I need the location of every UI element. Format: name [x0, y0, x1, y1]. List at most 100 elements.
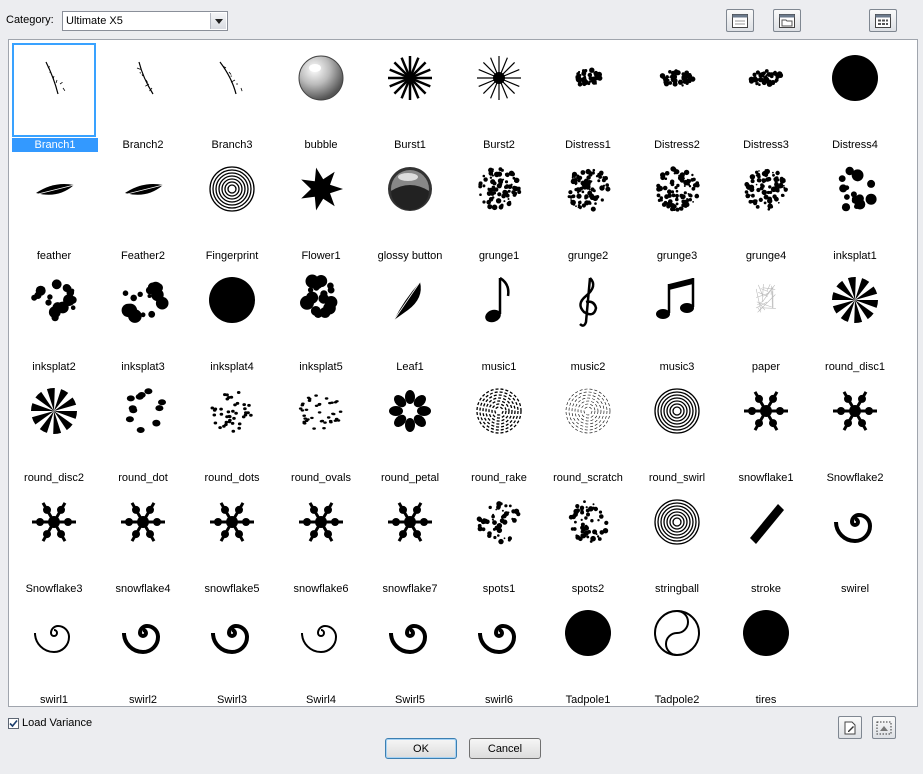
grunge-icon	[736, 159, 796, 219]
brush-item[interactable]: round_disc2	[10, 375, 98, 485]
selection-marquee-icon	[876, 721, 892, 734]
brush-item[interactable]: swirl2	[99, 597, 187, 706]
brush-item[interactable]: Branch3	[188, 42, 276, 152]
brush-item[interactable]: round_rake	[455, 375, 543, 485]
cancel-button[interactable]: Cancel	[469, 738, 541, 759]
brush-item[interactable]: Branch1	[10, 42, 98, 152]
brush-item[interactable]: grunge3	[633, 153, 721, 263]
edit-button[interactable]	[838, 716, 862, 739]
brush-item[interactable]: round_petal	[366, 375, 454, 485]
brush-item[interactable]: inksplat3	[99, 264, 187, 374]
brush-item-label: Tadpole2	[654, 694, 700, 706]
branch-icon	[202, 48, 262, 108]
brush-item-label: music2	[570, 361, 606, 373]
brush-item[interactable]: snowflake4	[99, 486, 187, 596]
brush-item[interactable]: inksplat1	[811, 153, 899, 263]
brush-item[interactable]: music2	[544, 264, 632, 374]
brush-item[interactable]: Distress2	[633, 42, 721, 152]
brush-item[interactable]: Feather2	[99, 153, 187, 263]
library-settings-button[interactable]	[869, 9, 897, 32]
brush-item[interactable]: grunge4	[722, 153, 810, 263]
brush-item-label: swirl1	[39, 694, 69, 706]
brush-item[interactable]: Snowflake2	[811, 375, 899, 485]
brush-item[interactable]: Tadpole1	[544, 597, 632, 706]
brush-item[interactable]: Leaf1	[366, 264, 454, 374]
brush-item-label: Distress3	[743, 139, 789, 151]
brush-item[interactable]: round_disc1	[811, 264, 899, 374]
brush-item[interactable]: Flower1	[277, 153, 365, 263]
brush-item-label: swirl2	[128, 694, 158, 706]
load-variance-option[interactable]: Load Variance	[8, 717, 92, 729]
brush-item[interactable]: stroke	[722, 486, 810, 596]
brush-item-label: snowflake7	[382, 583, 438, 595]
brush-item[interactable]: Burst2	[455, 42, 543, 152]
brush-item[interactable]: feather	[10, 153, 98, 263]
brush-item[interactable]: round_scratch	[544, 375, 632, 485]
brush-item[interactable]: Branch2	[99, 42, 187, 152]
inksplat-icon	[24, 270, 84, 330]
swirl-icon	[202, 603, 262, 663]
dotted-select-button[interactable]	[872, 716, 896, 739]
brush-item[interactable]: Swirl4	[277, 597, 365, 706]
brush-item[interactable]: music3	[633, 264, 721, 374]
snowflake-icon	[202, 492, 262, 552]
open-library-button[interactable]	[773, 9, 801, 32]
brush-item[interactable]: bubble	[277, 42, 365, 152]
category-select[interactable]: Ultimate X5	[62, 11, 228, 31]
brush-item[interactable]: round_ovals	[277, 375, 365, 485]
brush-item-label: inksplat5	[299, 361, 343, 373]
brush-item[interactable]: snowflake1	[722, 375, 810, 485]
brush-item-label: Burst1	[394, 139, 426, 151]
brush-item[interactable]: Snowflake3	[10, 486, 98, 596]
snowflake-icon	[825, 381, 885, 441]
music-note-icon	[469, 270, 529, 330]
brush-item[interactable]: snowflake6	[277, 486, 365, 596]
brush-item[interactable]: swirl6	[455, 597, 543, 706]
brush-item[interactable]: round_swirl	[633, 375, 721, 485]
ok-button[interactable]: OK	[385, 738, 457, 759]
brush-item[interactable]: grunge1	[455, 153, 543, 263]
brush-item[interactable]: inksplat2	[10, 264, 98, 374]
brush-item[interactable]: swirel	[811, 486, 899, 596]
brush-item[interactable]: grunge2	[544, 153, 632, 263]
brush-item[interactable]: spots1	[455, 486, 543, 596]
grunge-icon	[647, 159, 707, 219]
brush-item[interactable]: inksplat4	[188, 264, 276, 374]
swirl-icon	[825, 492, 885, 552]
brush-item[interactable]: Distress3	[722, 42, 810, 152]
brush-item-label: Fingerprint	[205, 250, 259, 262]
brush-item[interactable]: Fingerprint	[188, 153, 276, 263]
brush-item[interactable]: Distress4	[811, 42, 899, 152]
brush-item[interactable]: Burst1	[366, 42, 454, 152]
brush-item[interactable]: stringball	[633, 486, 721, 596]
disc-icon	[736, 603, 796, 663]
brush-item-label: inksplat1	[833, 250, 877, 262]
new-library-button[interactable]	[726, 9, 754, 32]
brush-item[interactable]: snowflake7	[366, 486, 454, 596]
brush-item-label: Distress4	[832, 139, 878, 151]
brush-item[interactable]: snowflake5	[188, 486, 276, 596]
round-petal-icon	[380, 381, 440, 441]
brush-item[interactable]: swirl1	[10, 597, 98, 706]
brush-item[interactable]: inksplat5	[277, 264, 365, 374]
brush-item[interactable]: round_dots	[188, 375, 276, 485]
brush-item-label: Feather2	[120, 250, 166, 262]
brush-item-label: spots1	[482, 583, 516, 595]
brush-item[interactable]: music1	[455, 264, 543, 374]
brush-item[interactable]: round_dot	[99, 375, 187, 485]
brush-item[interactable]: Swirl5	[366, 597, 454, 706]
grunge-icon	[469, 159, 529, 219]
brush-item[interactable]: Distress1	[544, 42, 632, 152]
brush-item[interactable]: glossy button	[366, 153, 454, 263]
brush-item[interactable]: Tadpole2	[633, 597, 721, 706]
brush-item-label: grunge4	[745, 250, 787, 262]
chevron-down-icon[interactable]	[210, 13, 226, 29]
brush-item[interactable]: tires	[722, 597, 810, 706]
brush-item[interactable]: spots2	[544, 486, 632, 596]
load-variance-checkbox[interactable]	[8, 717, 19, 729]
brush-item-label: round_disc2	[24, 472, 84, 484]
snowflake-icon	[24, 492, 84, 552]
brush-item-label: snowflake4	[115, 583, 171, 595]
brush-item[interactable]: Swirl3	[188, 597, 276, 706]
brush-item[interactable]: paper	[722, 264, 810, 374]
